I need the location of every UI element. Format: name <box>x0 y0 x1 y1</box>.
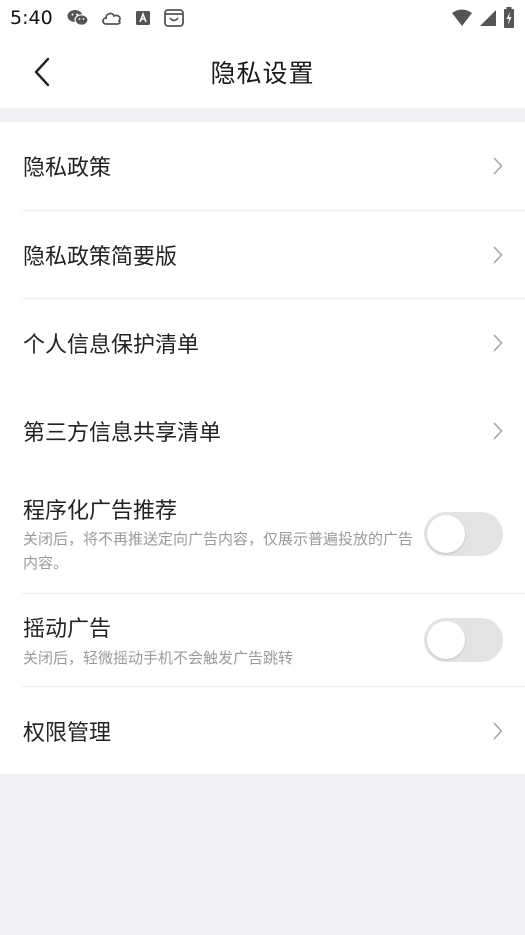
divider <box>22 593 525 594</box>
privacy-policy-brief-label: 隐私政策简要版 <box>23 244 178 270</box>
screen: 5:40 隐私设置 隐私政策 隐私政策简要版 个人信息保护清单 第三方信息共享清… <box>0 0 525 935</box>
status-time: 5:40 <box>10 7 53 29</box>
status-icons-left <box>67 8 185 28</box>
third-party-list-row[interactable]: 第三方信息共享清单 <box>0 387 525 475</box>
shake-ads-toggle[interactable] <box>424 618 503 662</box>
battery-charging-icon <box>503 7 515 29</box>
cloud-icon <box>101 9 123 27</box>
font-a-icon <box>135 10 151 26</box>
wifi-icon <box>451 9 473 27</box>
chevron-right-icon <box>491 245 505 265</box>
chevron-right-icon <box>491 156 505 176</box>
toggle-knob <box>427 621 465 659</box>
third-party-list-label: 第三方信息共享清单 <box>23 421 222 446</box>
header: 隐私设置 <box>0 36 525 108</box>
page-title: 隐私设置 <box>210 59 315 88</box>
shake-ads-title: 摇动广告 <box>23 617 112 642</box>
permissions-row[interactable]: 权限管理 <box>0 687 525 774</box>
programmatic-ads-desc: 关闭后，将不再推送定向广告内容，仅展示普遍投放的广告内容。 <box>23 530 414 572</box>
chevron-right-icon <box>491 421 505 441</box>
status-bar: 5:40 <box>0 0 525 36</box>
wechat-icon <box>67 9 89 27</box>
privacy-policy-label: 隐私政策 <box>23 156 112 181</box>
shopping-bag-icon <box>163 8 185 28</box>
privacy-policy-row[interactable]: 隐私政策 <box>0 122 525 210</box>
personal-info-list-label: 个人信息保护清单 <box>23 332 200 358</box>
personal-info-list-row[interactable]: 个人信息保护清单 <box>0 299 525 386</box>
permissions-label: 权限管理 <box>23 720 112 746</box>
programmatic-ads-title: 程序化广告推荐 <box>23 499 178 524</box>
toggle-knob <box>427 515 465 553</box>
status-icons-right <box>451 7 515 29</box>
chevron-right-icon <box>491 721 505 741</box>
signal-icon <box>479 9 497 27</box>
programmatic-ads-toggle[interactable] <box>424 512 503 556</box>
privacy-policy-brief-row[interactable]: 隐私政策简要版 <box>0 211 525 298</box>
chevron-right-icon <box>491 333 505 353</box>
settings-list: 隐私政策 隐私政策简要版 个人信息保护清单 第三方信息共享清单 程序化广告推荐 … <box>0 122 525 774</box>
shake-ads-desc: 关闭后，轻微摇动手机不会触发广告跳转 <box>23 649 294 667</box>
chevron-left-icon <box>34 57 50 87</box>
back-button[interactable] <box>22 52 62 92</box>
